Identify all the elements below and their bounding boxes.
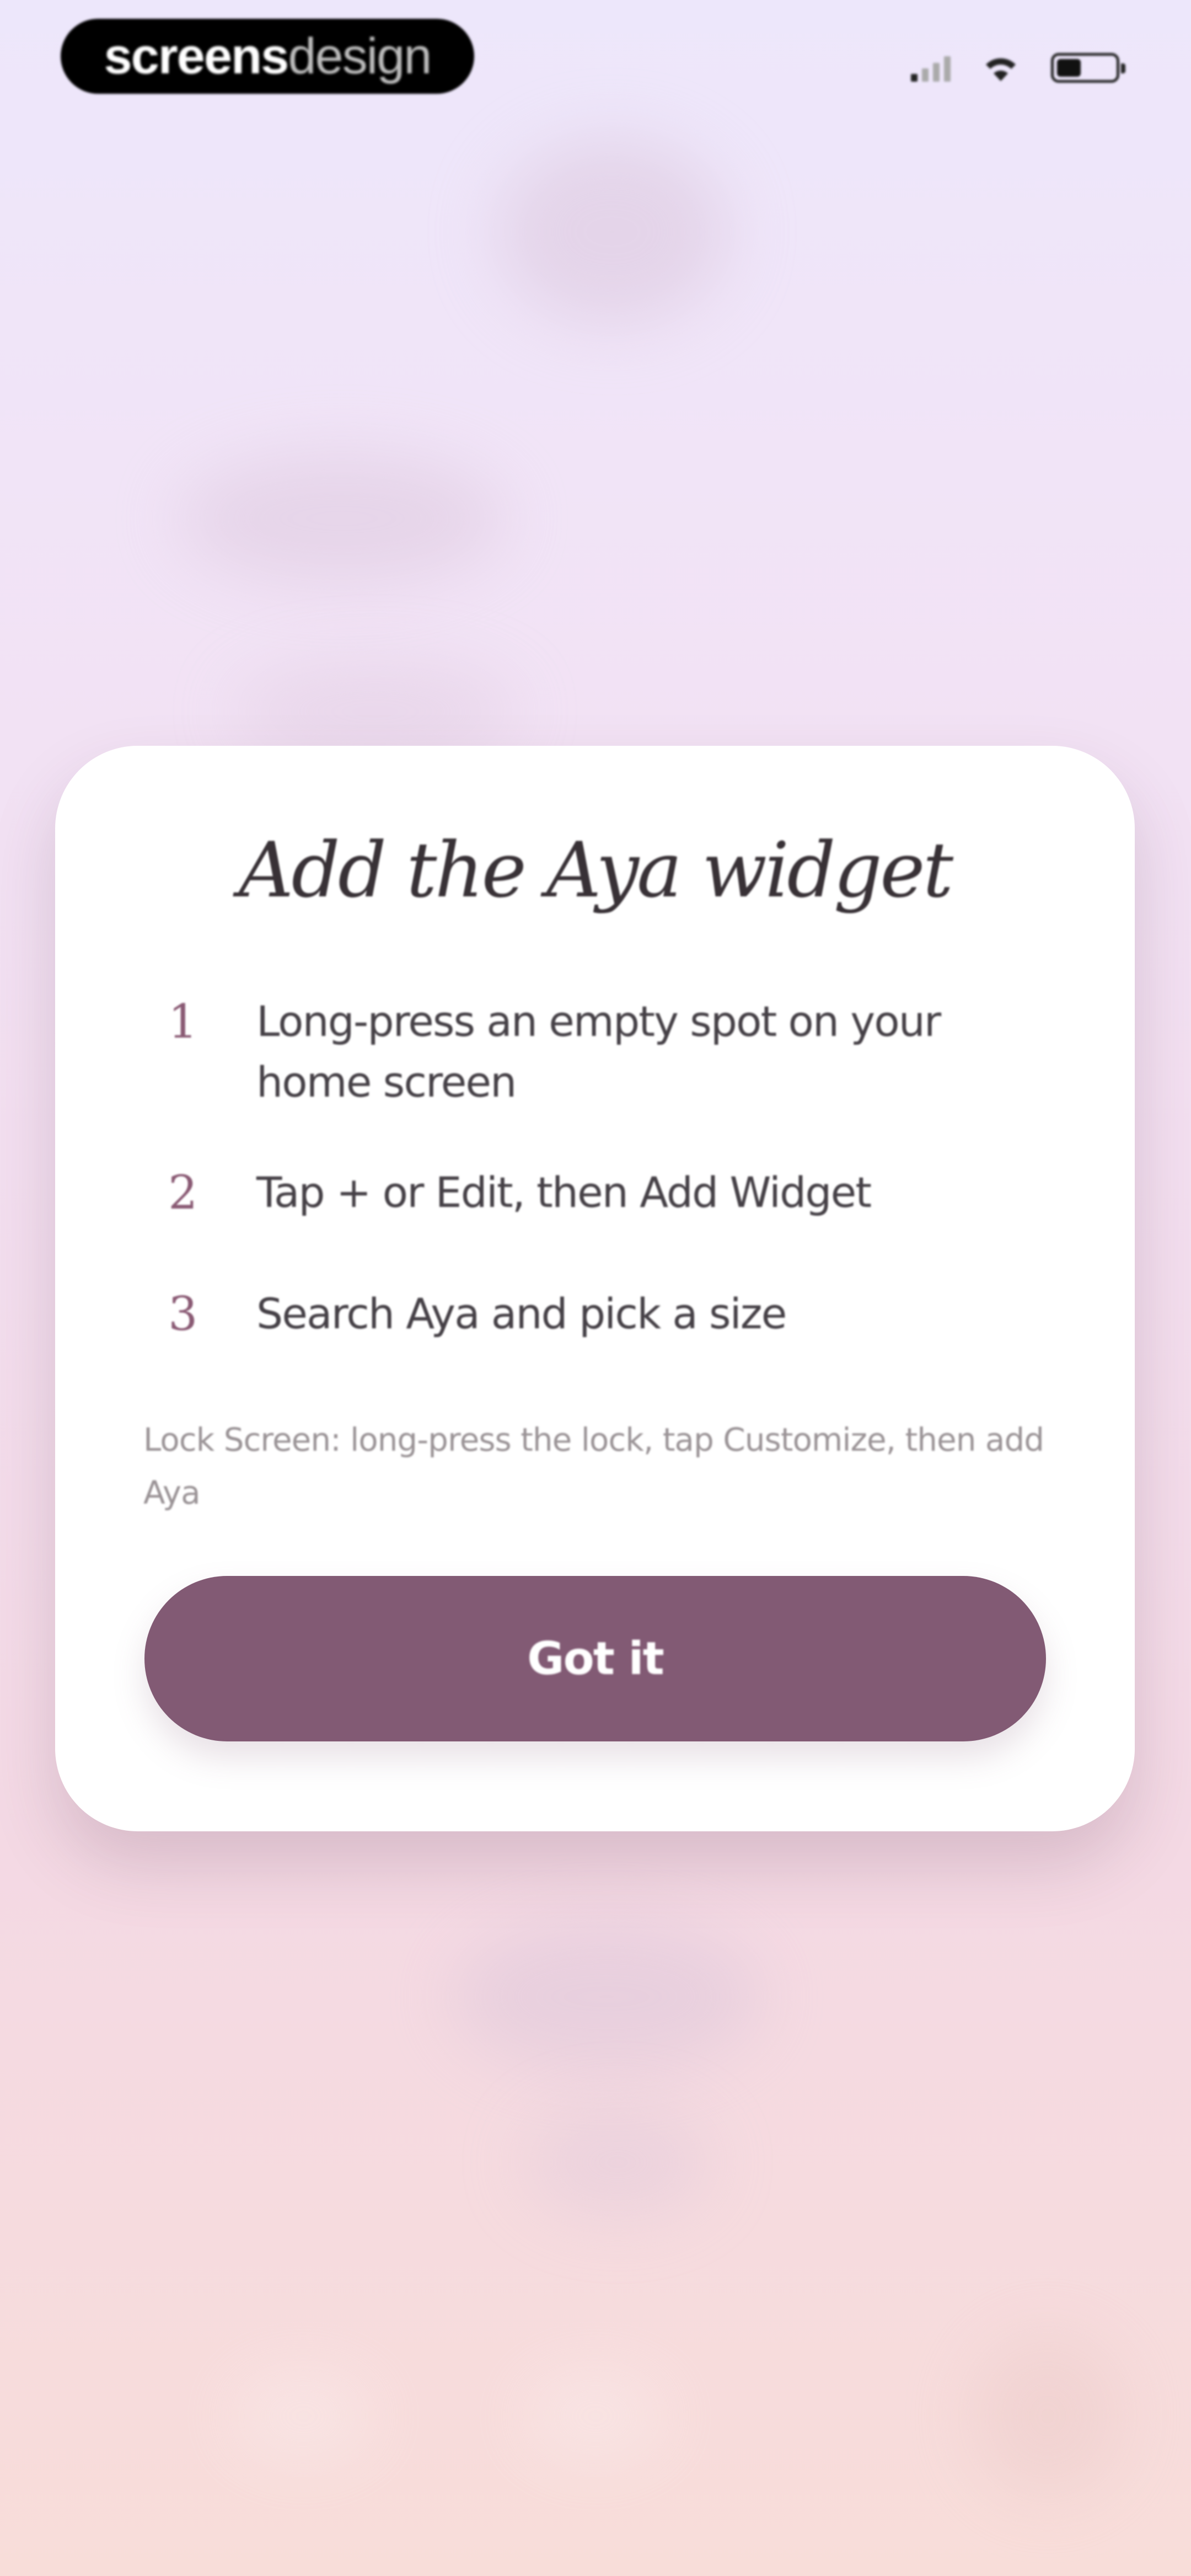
step-number: 2 xyxy=(168,1166,198,1220)
card-title: Add the Aya widget xyxy=(238,826,953,915)
background-blob xyxy=(232,2372,375,2460)
step-item: 3 Search Aya and pick a size xyxy=(168,1284,1050,1344)
background-blob xyxy=(452,1920,761,2074)
wifi-icon xyxy=(986,58,1016,81)
step-number: 3 xyxy=(168,1287,198,1341)
cellular-signal-icon xyxy=(911,54,951,82)
lock-screen-note: Lock Screen: long-press the lock, tap Cu… xyxy=(143,1421,1044,1511)
background-blob xyxy=(524,2372,667,2460)
step-text: Long-press an empty spot on your home sc… xyxy=(256,997,941,1107)
status-bar-icons xyxy=(911,49,1125,87)
step-item: 2 Tap + or Edit, then Add Widget xyxy=(168,1162,1050,1223)
background-blob xyxy=(176,452,507,585)
widget-instructions-card: Add the Aya widget 1 Long-press an empty… xyxy=(55,746,1135,1831)
background-blob xyxy=(496,138,728,325)
battery-icon xyxy=(1051,53,1125,83)
brand-secondary-text: design xyxy=(288,28,432,84)
background-blob xyxy=(524,2107,711,2217)
got-it-button[interactable]: Got it xyxy=(144,1576,1046,1741)
background-blob xyxy=(970,2333,1125,2499)
step-text: Search Aya and pick a size xyxy=(256,1289,787,1338)
steps-list: 1 Long-press an empty spot on your home … xyxy=(168,991,1050,1344)
step-text: Tap + or Edit, then Add Widget xyxy=(256,1168,872,1217)
step-number: 1 xyxy=(168,995,198,1049)
got-it-button-label: Got it xyxy=(527,1632,664,1685)
step-item: 1 Long-press an empty spot on your home … xyxy=(168,991,1050,1113)
brand-primary-text: screens xyxy=(104,28,289,84)
brand-watermark: screens design xyxy=(61,19,474,94)
